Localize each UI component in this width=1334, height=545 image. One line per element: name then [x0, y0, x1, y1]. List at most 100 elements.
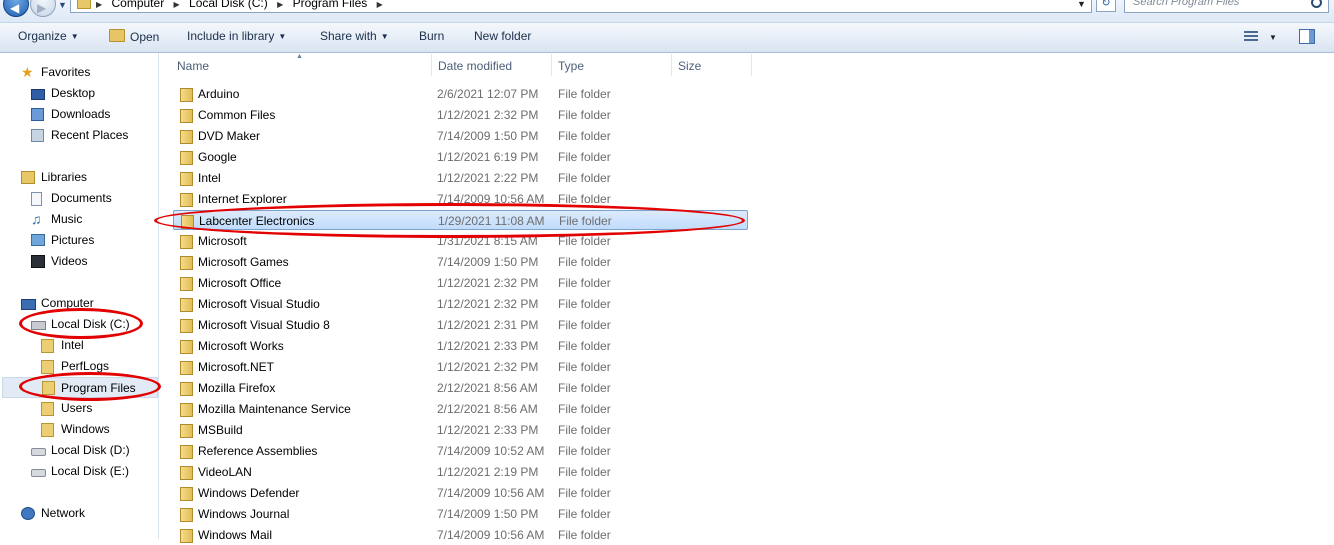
open-button[interactable]: Open — [109, 29, 159, 44]
chevron-right-icon[interactable]: ▶ — [277, 0, 283, 9]
file-name: Google — [198, 150, 237, 164]
file-date-modified: 1/12/2021 2:32 PM — [437, 297, 539, 311]
views-icon[interactable] — [1244, 31, 1258, 43]
file-name: Windows Journal — [198, 507, 290, 521]
documents-icon — [31, 192, 42, 206]
file-row[interactable]: Labcenter Electronics 1/29/2021 11:08 AM F… — [173, 210, 748, 230]
file-row[interactable]: Microsoft Visual Studio 8 1/12/2021 2:31 … — [173, 315, 748, 335]
column-divider[interactable] — [751, 54, 752, 76]
nav-music[interactable]: ♫ Music — [31, 212, 151, 227]
nav-recent-places[interactable]: Recent Places — [31, 128, 151, 143]
back-button[interactable]: ◀ — [3, 0, 29, 17]
file-type: File folder — [558, 87, 611, 101]
column-header-size[interactable]: Size — [678, 59, 701, 73]
nav-favorites[interactable]: ★ Favorites — [21, 65, 151, 80]
recent-pages-dropdown[interactable]: ▼ — [58, 0, 67, 10]
nav-perflogs[interactable]: PerfLogs — [41, 359, 151, 374]
file-type: File folder — [558, 486, 611, 500]
file-row[interactable]: Windows Journal 7/14/2009 1:50 PM File fol… — [173, 504, 748, 524]
address-history-dropdown[interactable]: ▼ — [1077, 0, 1086, 9]
file-row[interactable]: Windows Defender 7/14/2009 10:56 AM File f… — [173, 483, 748, 503]
nav-downloads[interactable]: Downloads — [31, 107, 151, 122]
file-row[interactable]: Mozilla Firefox 2/12/2021 8:56 AM File fol… — [173, 378, 748, 398]
burn-button[interactable]: Burn — [419, 29, 444, 43]
file-row[interactable]: Intel 1/12/2021 2:22 PM File folder — [173, 168, 748, 188]
column-header-date-modified[interactable]: Date modified — [438, 59, 512, 73]
file-row[interactable]: Windows Mail 7/14/2009 10:56 AM File folde… — [173, 525, 748, 545]
nav-local-disk-c[interactable]: Local Disk (C:) — [31, 317, 151, 332]
nav-local-disk-e[interactable]: Local Disk (E:) — [31, 464, 151, 479]
file-row[interactable]: DVD Maker 7/14/2009 1:50 PM File folder — [173, 126, 748, 146]
chevron-right-icon[interactable]: ▶ — [174, 0, 180, 9]
column-header-type[interactable]: Type — [558, 59, 584, 73]
file-type: File folder — [558, 255, 611, 269]
file-row[interactable]: Microsoft Visual Studio 1/12/2021 2:32 PM… — [173, 294, 748, 314]
folder-icon — [41, 423, 54, 437]
breadcrumb-computer[interactable]: Computer — [112, 0, 165, 10]
file-row[interactable]: Common Files 1/12/2021 2:32 PM File folder — [173, 105, 748, 125]
file-row[interactable]: Microsoft Works 1/12/2021 2:33 PM File fol… — [173, 336, 748, 356]
column-header-name[interactable]: Name — [177, 59, 209, 73]
file-row[interactable]: Arduino 2/6/2021 12:07 PM File folder — [173, 84, 748, 104]
file-name: MSBuild — [198, 423, 243, 437]
nav-label: Program Files — [61, 381, 136, 395]
breadcrumb-program-files[interactable]: Program Files — [293, 0, 368, 10]
share-with-button[interactable]: Share with ▼ — [320, 29, 389, 43]
organize-label: Organize — [18, 29, 67, 43]
nav-documents[interactable]: Documents — [31, 191, 151, 206]
nav-local-disk-d[interactable]: Local Disk (D:) — [31, 443, 151, 458]
column-divider[interactable] — [431, 54, 432, 76]
file-type: File folder — [558, 339, 611, 353]
include-in-library-label: Include in library — [187, 29, 275, 43]
folder-icon — [180, 466, 193, 480]
file-row[interactable]: VideoLAN 1/12/2021 2:19 PM File folder — [173, 462, 748, 482]
nav-intel[interactable]: Intel — [41, 338, 151, 353]
nav-desktop[interactable]: Desktop — [31, 86, 151, 101]
file-row[interactable]: Microsoft Games 7/14/2009 1:50 PM File fol… — [173, 252, 748, 272]
file-row[interactable]: Microsoft Office 1/12/2021 2:32 PM File fo… — [173, 273, 748, 293]
column-divider[interactable] — [671, 54, 672, 76]
nav-network[interactable]: Network — [21, 506, 151, 521]
nav-windows[interactable]: Windows — [41, 422, 151, 437]
file-row[interactable]: Microsoft 1/31/2021 8:15 AM File folder — [173, 231, 748, 251]
chevron-right-icon[interactable]: ▶ — [377, 0, 383, 9]
file-date-modified: 7/14/2009 10:52 AM — [437, 444, 545, 458]
nav-videos[interactable]: Videos — [31, 254, 151, 269]
nav-label: Local Disk (D:) — [51, 443, 130, 457]
nav-users[interactable]: Users — [41, 401, 151, 416]
file-date-modified: 1/12/2021 2:33 PM — [437, 339, 539, 353]
preview-pane-icon[interactable] — [1299, 29, 1315, 44]
forward-button[interactable]: ▶ — [30, 0, 56, 17]
folder-icon — [180, 529, 193, 543]
file-row[interactable]: Google 1/12/2021 6:19 PM File folder — [173, 147, 748, 167]
column-divider[interactable] — [551, 54, 552, 76]
file-row[interactable]: Internet Explorer 7/14/2009 10:56 AM File … — [173, 189, 748, 209]
include-in-library-button[interactable]: Include in library ▼ — [187, 29, 286, 43]
file-name: Microsoft Visual Studio 8 — [198, 318, 330, 332]
nav-pictures[interactable]: Pictures — [31, 233, 151, 248]
folder-icon — [180, 403, 193, 417]
nav-computer[interactable]: Computer — [21, 296, 151, 311]
organize-button[interactable]: Organize ▼ — [18, 29, 79, 43]
file-row[interactable]: Microsoft.NET 1/12/2021 2:32 PM File folde… — [173, 357, 748, 377]
search-input[interactable]: Search Program Files — [1124, 0, 1329, 13]
refresh-button[interactable]: ↻ — [1096, 0, 1116, 12]
nav-program-files[interactable]: Program Files — [2, 377, 158, 398]
address-bar: ◀ ▶ ▼ ▶ Computer ▶ Local Disk (C:) ▶ Pro… — [0, 0, 1334, 23]
file-date-modified: 1/31/2021 8:15 AM — [437, 234, 538, 248]
file-name: Reference Assemblies — [198, 444, 318, 458]
new-folder-button[interactable]: New folder — [474, 29, 531, 43]
nav-label: PerfLogs — [61, 359, 110, 373]
nav-libraries[interactable]: Libraries — [21, 170, 151, 185]
file-row[interactable]: Mozilla Maintenance Service 2/12/2021 8:5… — [173, 399, 748, 419]
file-row[interactable]: Reference Assemblies 7/14/2009 10:52 AM Fi… — [173, 441, 748, 461]
chevron-right-icon[interactable]: ▶ — [96, 0, 102, 9]
views-dropdown[interactable]: ▼ — [1269, 33, 1277, 42]
breadcrumb-local-disk-c[interactable]: Local Disk (C:) — [189, 0, 268, 10]
chevron-down-icon: ▼ — [380, 32, 389, 41]
file-name: Arduino — [198, 87, 240, 101]
computer-icon — [21, 299, 36, 310]
file-date-modified: 1/12/2021 6:19 PM — [437, 150, 539, 164]
file-row[interactable]: MSBuild 1/12/2021 2:33 PM File folder — [173, 420, 748, 440]
file-date-modified: 1/12/2021 2:31 PM — [437, 318, 539, 332]
